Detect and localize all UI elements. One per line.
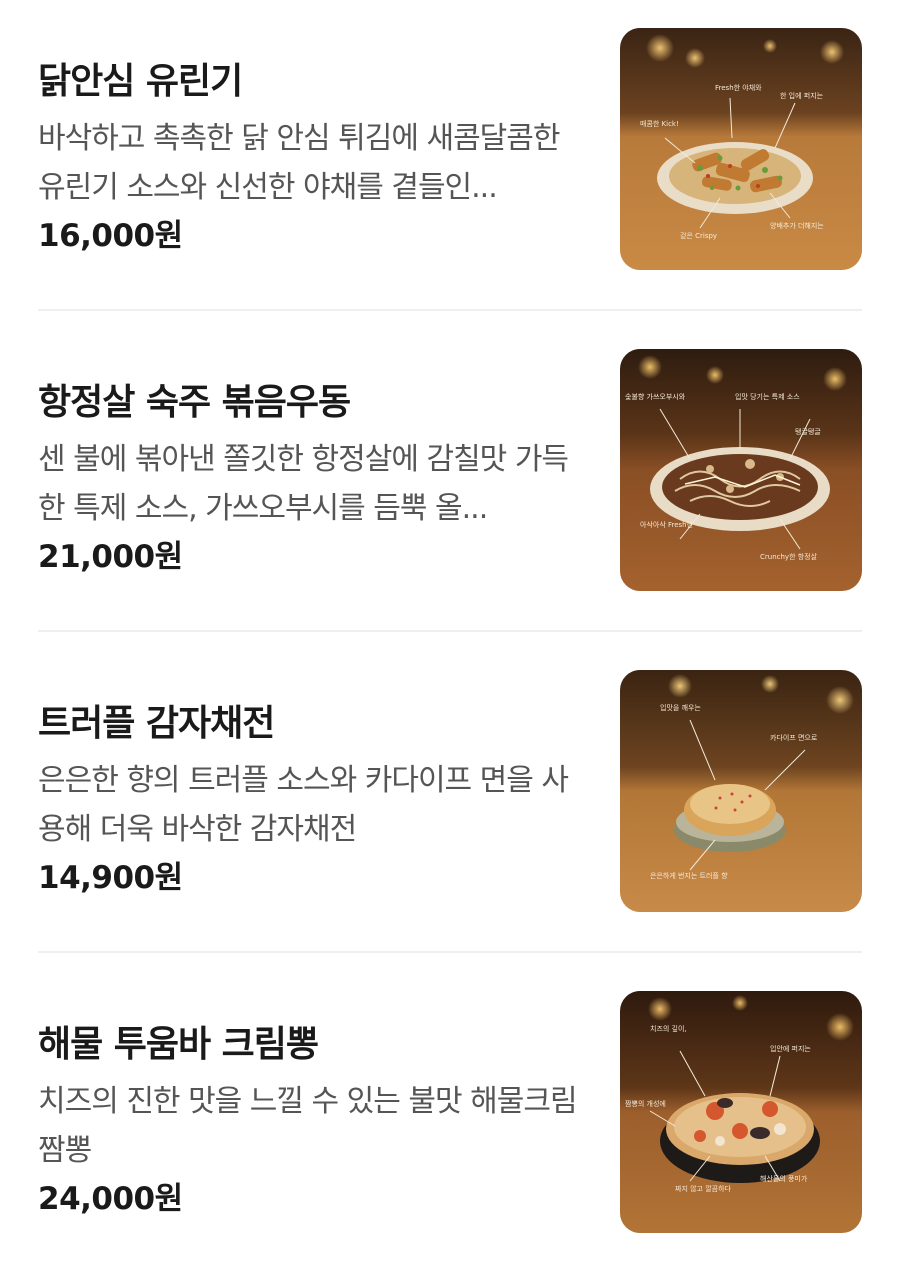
menu-item-price: 14,900원: [38, 860, 183, 896]
svg-text:은은하게 번지는 트러플 향: 은은하게 번지는 트러플 향: [650, 871, 728, 880]
food-photo-udon: 숯불향 가쓰오부시와 입맛 당기는 특제 소스 탱글탱글 아삭아삭 Fresh한…: [620, 349, 862, 591]
svg-text:짜지 않고 깔끔하다: 짜지 않고 깔끔하다: [675, 1184, 732, 1193]
svg-text:한 입에 퍼지는: 한 입에 퍼지는: [780, 91, 824, 100]
menu-item-price: 24,000원: [38, 1181, 183, 1217]
menu-item-pork-udon[interactable]: 항정살 숙주 볶음우동 센 불에 볶아낸 쫄깃한 항정살에 감칠맛 가득한 특제…: [38, 349, 862, 593]
menu-item-price: 16,000원: [38, 218, 183, 254]
menu-item-name: 닭안심 유린기: [38, 61, 243, 102]
svg-text:입맛 당기는 특제 소스: 입맛 당기는 특제 소스: [735, 392, 800, 401]
svg-text:입맛을 깨우는: 입맛을 깨우는: [660, 703, 701, 712]
svg-text:숯불향 가쓰오부시와: 숯불향 가쓰오부시와: [625, 392, 686, 401]
svg-text:매콤한 Kick!: 매콤한 Kick!: [640, 120, 679, 128]
menu-item-description: 치즈의 진한 맛을 느낄 수 있는 불맛 해물크림 짬뽕: [38, 1084, 578, 1168]
menu-item-photo[interactable]: 치즈의 깊이, 입안에 퍼지는 짬뽕의 개성에 짜지 않고 깔끔하다 해산물의 …: [620, 991, 862, 1233]
svg-text:짬뽕의 개성에: 짬뽕의 개성에: [625, 1099, 666, 1108]
menu-item-photo[interactable]: Fresh한 야채와 한 입에 퍼지는 매콤한 Kick! 겉은 Crispy …: [620, 28, 862, 270]
menu-item-truffle-potato[interactable]: 트러플 감자채전 은은한 향의 트러플 소스와 카다이프 면을 사용해 더욱 바…: [38, 670, 862, 914]
item-divider: [38, 309, 862, 311]
svg-text:아삭아삭 Fresh한: 아삭아삭 Fresh한: [640, 520, 694, 529]
svg-text:Fresh한 야채와: Fresh한 야채와: [715, 83, 762, 92]
svg-text:탱글탱글: 탱글탱글: [795, 427, 821, 436]
menu-item-price: 21,000원: [38, 539, 183, 575]
menu-item-photo[interactable]: 입맛을 깨우는 카다이프 면으로 은은하게 번지는 트러플 향: [620, 670, 862, 912]
svg-text:Crunchy한 항정살: Crunchy한 항정살: [760, 552, 818, 561]
food-photo-seafood: 치즈의 깊이, 입안에 퍼지는 짬뽕의 개성에 짜지 않고 깔끔하다 해산물의 …: [620, 991, 862, 1233]
svg-text:치즈의 깊이,: 치즈의 깊이,: [650, 1024, 687, 1033]
menu-item-photo[interactable]: 숯불향 가쓰오부시와 입맛 당기는 특제 소스 탱글탱글 아삭아삭 Fresh한…: [620, 349, 862, 591]
menu-item-description: 은은한 향의 트러플 소스와 카다이프 면을 사용해 더욱 바삭한 감자채전: [38, 763, 569, 847]
food-photo-truffle: 입맛을 깨우는 카다이프 면으로 은은하게 번지는 트러플 향: [620, 670, 862, 912]
menu-item-name: 항정살 숙주 볶음우동: [38, 382, 351, 423]
menu-item-name: 트러플 감자채전: [38, 703, 275, 744]
food-photo-yuringi: Fresh한 야채와 한 입에 퍼지는 매콤한 Kick! 겉은 Crispy …: [620, 28, 862, 270]
menu-item-description: 바삭하고 촉촉한 닭 안심 튀김에 새콤달콤한 유린기 소스와 신선한 야채를 …: [38, 121, 560, 205]
menu-item-seafood-toowoomba[interactable]: 해물 투움바 크림뽕 치즈의 진한 맛을 느낄 수 있는 불맛 해물크림 짬뽕 …: [38, 991, 862, 1235]
svg-text:카다이프 면으로: 카다이프 면으로: [770, 733, 818, 742]
svg-text:겉은 Crispy: 겉은 Crispy: [680, 232, 717, 240]
menu-item-chicken-yuringi[interactable]: 닭안심 유린기 바삭하고 촉촉한 닭 안심 튀김에 새콤달콤한 유린기 소스와 …: [38, 28, 862, 272]
menu-item-name: 해물 투움바 크림뽕: [38, 1024, 319, 1065]
menu-item-description: 센 불에 볶아낸 쫄깃한 항정살에 감칠맛 가득한 특제 소스, 가쓰오부시를 …: [38, 442, 569, 526]
item-divider: [38, 630, 862, 632]
svg-text:해산물의 풍미가: 해산물의 풍미가: [760, 1174, 808, 1183]
svg-text:입안에 퍼지는: 입안에 퍼지는: [770, 1044, 811, 1053]
item-divider: [38, 951, 862, 953]
svg-text:양배추가 더해지는: 양배추가 더해지는: [770, 221, 824, 230]
